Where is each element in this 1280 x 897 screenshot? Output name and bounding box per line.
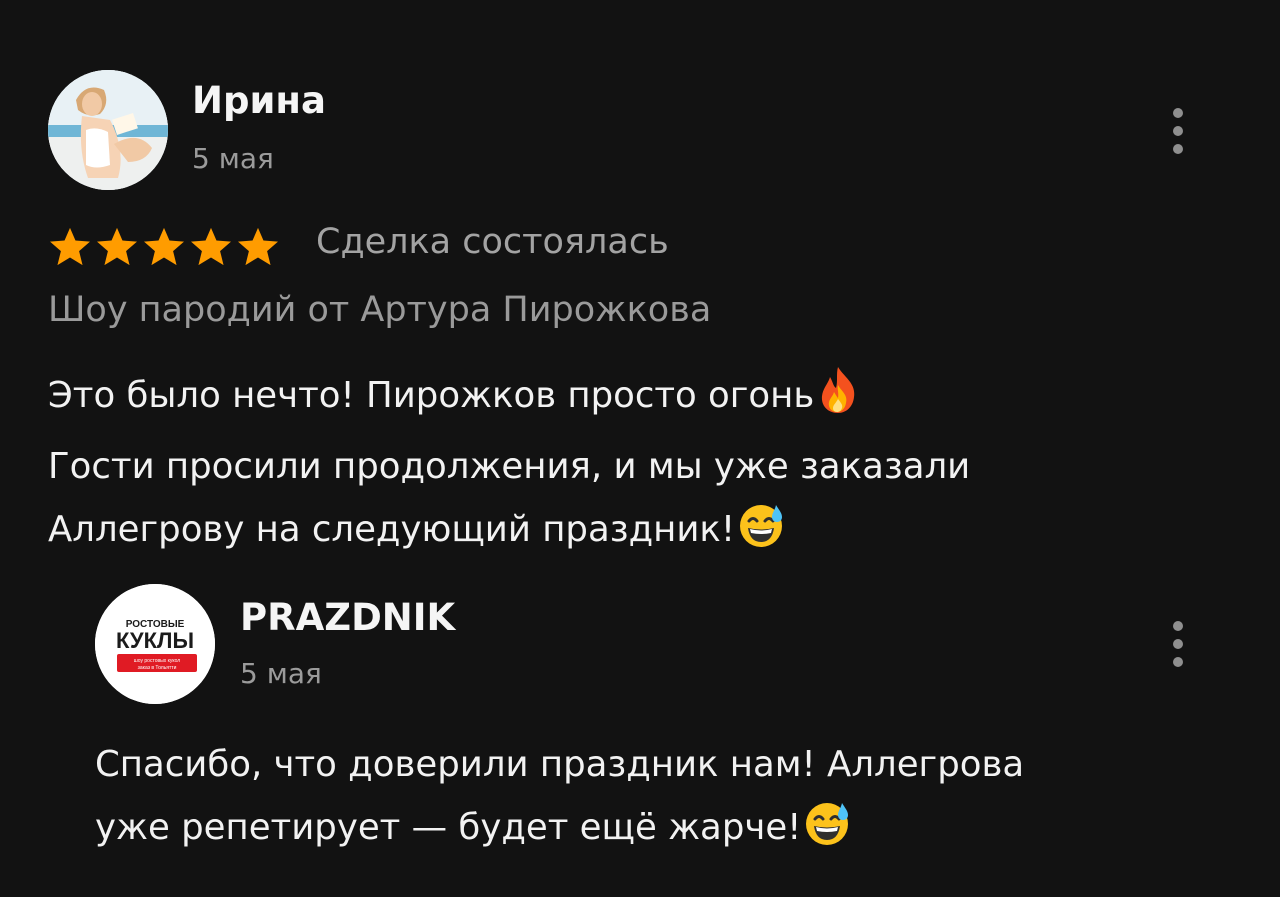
fire-emoji-icon (816, 365, 860, 435)
review-more-options-button[interactable] (1166, 108, 1190, 154)
prazdnik-logo: РОСТОВЫЕ КУКЛЫ шоу ростовых кукол заказ … (95, 584, 215, 704)
reply-text: Спасибо, что доверили праздник нам! Алле… (95, 733, 1215, 867)
svg-text:заказ в Тольятти: заказ в Тольятти (138, 665, 177, 671)
review-text-line: Это было нечто! Пирожков просто огонь (48, 364, 1198, 435)
more-dot (1173, 126, 1183, 136)
review-text: Это было нечто! Пирожков просто огонь Го… (48, 364, 1198, 569)
review-text-line: Аллегрову на следующий праздник! (48, 498, 1198, 569)
reply-more-options-button[interactable] (1166, 621, 1190, 667)
grinning-sweat-emoji-icon (803, 799, 851, 867)
svg-text:КУКЛЫ: КУКЛЫ (116, 628, 194, 653)
review-author-name[interactable]: Ирина (192, 79, 326, 122)
avatar-illustration (48, 70, 168, 190)
reply-text-line: уже репетирует — будет ещё жарче! (95, 796, 1215, 867)
star-icon (97, 227, 137, 266)
reply-author-avatar[interactable]: РОСТОВЫЕ КУКЛЫ шоу ростовых кукол заказ … (95, 584, 215, 704)
reply-text-line: Спасибо, что доверили праздник нам! Алле… (95, 744, 1025, 785)
star-icon (238, 227, 278, 266)
more-dot (1173, 108, 1183, 118)
review-author-avatar[interactable] (48, 70, 168, 190)
review-text-line: Гости просили продолжения, и мы уже зака… (48, 446, 971, 487)
grinning-sweat-emoji-icon (737, 501, 785, 569)
more-dot (1173, 144, 1183, 154)
review-rating-stars (48, 226, 280, 266)
star-icon (191, 227, 231, 266)
reply-date: 5 мая (240, 657, 322, 690)
reply-author-name[interactable]: PRAZDNIK (240, 596, 455, 639)
star-icon (50, 227, 90, 266)
more-dot (1173, 657, 1183, 667)
review-service-name[interactable]: Шоу пародий от Артура Пирожкова (48, 290, 711, 330)
review-date: 5 мая (192, 142, 274, 175)
more-dot (1173, 621, 1183, 631)
star-icon (144, 227, 184, 266)
deal-status-label: Сделка состоялась (316, 222, 669, 262)
more-dot (1173, 639, 1183, 649)
svg-text:шоу ростовых кукол: шоу ростовых кукол (134, 658, 180, 664)
